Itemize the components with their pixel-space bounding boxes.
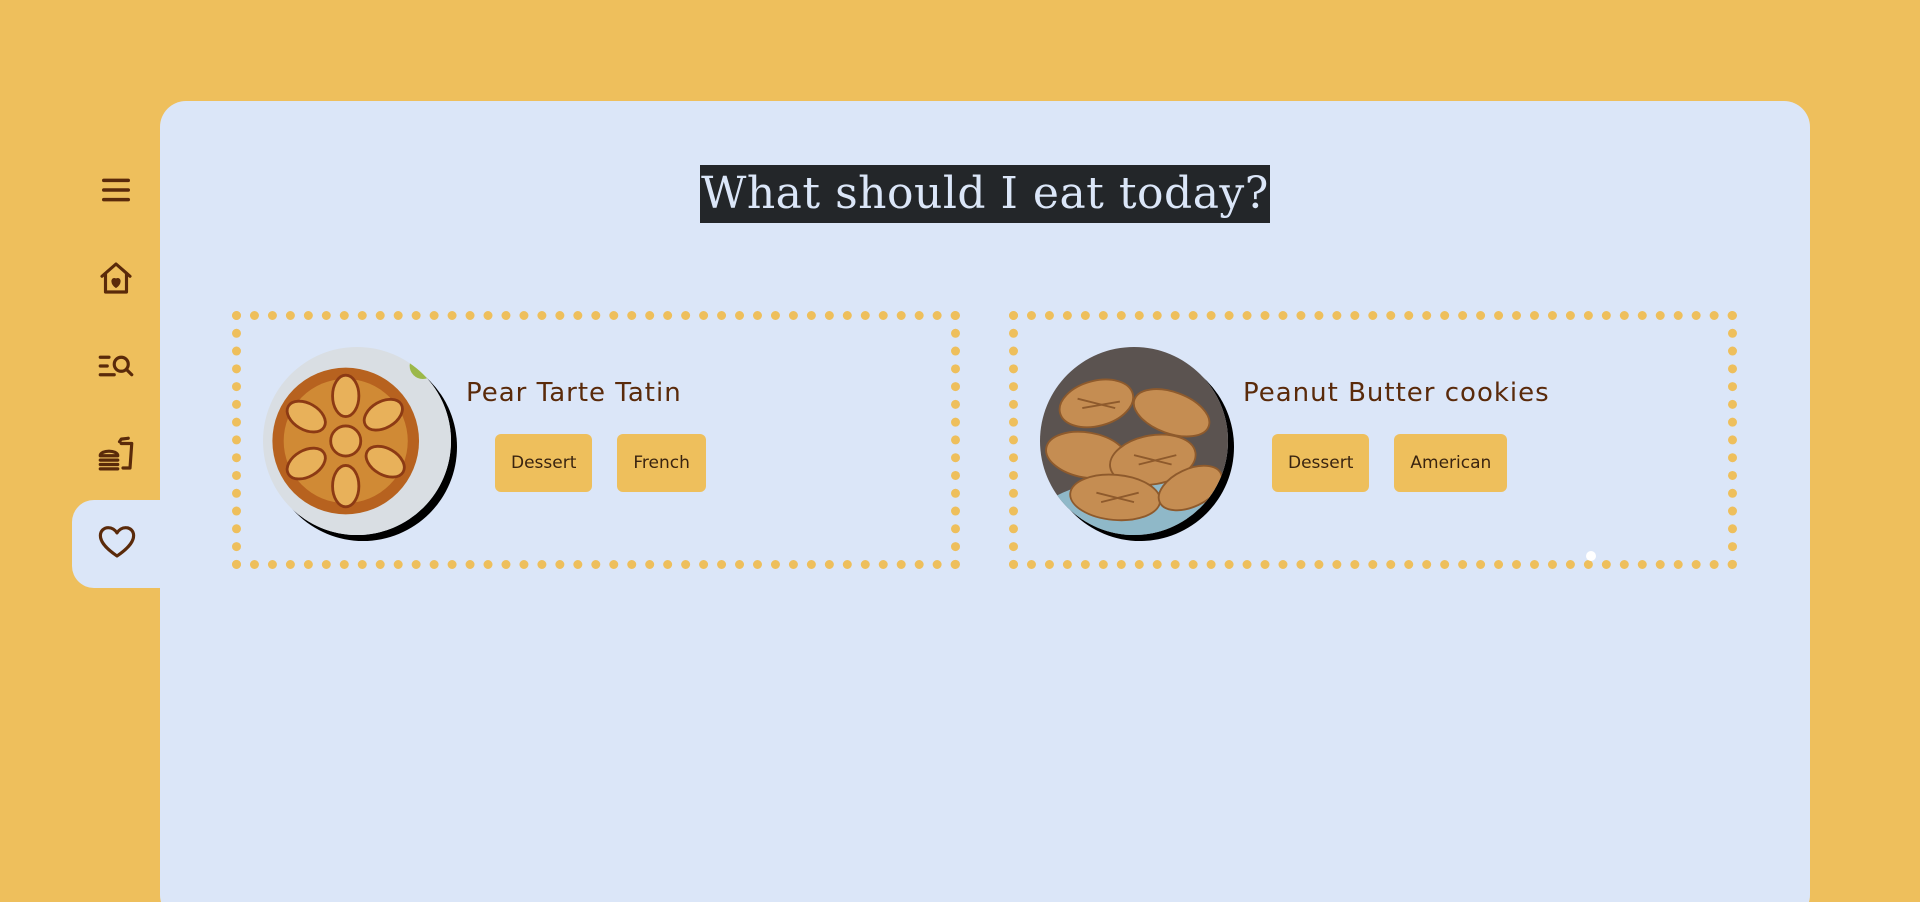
sidebar-item-favorites[interactable]: [72, 500, 162, 588]
app-root: What should I eat today? Pear Tarte Tati…: [0, 0, 1920, 902]
heart-icon: [96, 521, 138, 567]
tag-dessert[interactable]: Dessert: [1272, 434, 1370, 492]
sidebar-nav: [72, 148, 162, 588]
recipe-card[interactable]: Peanut Butter cookies Dessert American: [1009, 311, 1737, 569]
tag-dessert[interactable]: Dessert: [495, 434, 593, 492]
sidebar-item-home[interactable]: [72, 236, 160, 324]
fast-food-icon: [95, 433, 137, 479]
menu-icon: [95, 169, 137, 215]
recipe-image: [1040, 347, 1228, 535]
main-panel: What should I eat today? Pear Tarte Tati…: [160, 101, 1810, 902]
peanut-cookies-image: [1040, 347, 1228, 535]
tag-cuisine[interactable]: American: [1394, 434, 1508, 492]
recipe-card[interactable]: Pear Tarte Tatin Dessert French: [232, 311, 960, 569]
title-wrap: What should I eat today?: [160, 165, 1810, 223]
sidebar-item-food[interactable]: [72, 412, 160, 500]
recipe-tags: Dessert French: [495, 434, 706, 492]
sidebar-item-menu[interactable]: [72, 148, 160, 236]
recipe-name[interactable]: Pear Tarte Tatin: [466, 378, 682, 408]
sidebar-item-search[interactable]: [72, 324, 160, 412]
search-list-icon: [95, 345, 137, 391]
home-heart-icon: [95, 257, 137, 303]
pear-tart-image: [263, 347, 451, 535]
recipe-name[interactable]: Peanut Butter cookies: [1243, 378, 1550, 408]
indicator-dot: [1586, 551, 1596, 561]
recipe-tags: Dessert American: [1272, 434, 1508, 492]
tag-cuisine[interactable]: French: [617, 434, 706, 492]
recipe-image: [263, 347, 451, 535]
page-title: What should I eat today?: [700, 165, 1270, 223]
